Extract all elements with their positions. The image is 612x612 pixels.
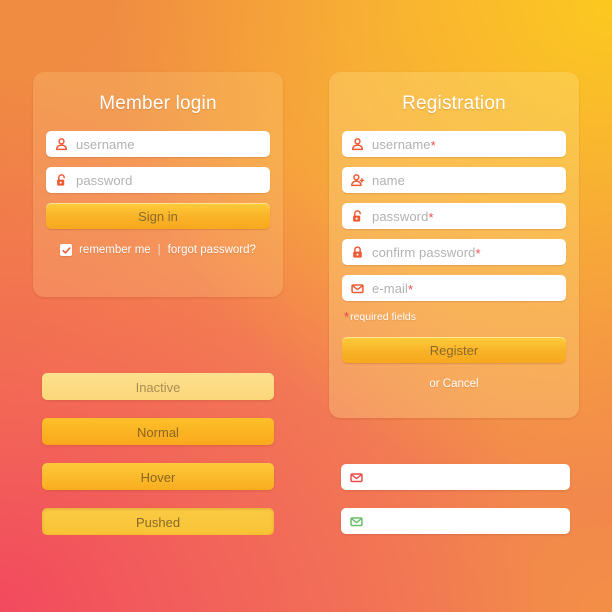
login-password-placeholder: password (76, 172, 133, 188)
button-state-showcase: Inactive Normal Hover Pushed (42, 373, 274, 553)
lock-open-icon (342, 203, 372, 229)
cancel-link[interactable]: or Cancel (329, 378, 579, 390)
button-state-normal[interactable]: Normal (42, 418, 274, 445)
register-button[interactable]: Register (342, 337, 566, 363)
check-icon (61, 246, 71, 254)
registration-password-placeholder: password (372, 208, 429, 224)
required-fields-text: required fields (350, 311, 417, 323)
validation-field-showcase (341, 464, 570, 552)
registration-email-field[interactable]: e-mail * (342, 275, 566, 301)
remember-me-label: remember me (79, 244, 151, 256)
registration-password-field[interactable]: password * (342, 203, 566, 229)
registration-email-placeholder: e-mail (372, 280, 408, 296)
user-icon (342, 131, 372, 157)
envelope-icon (341, 508, 371, 534)
button-state-inactive[interactable]: Inactive (42, 373, 274, 400)
meta-separator: | (157, 244, 161, 256)
lock-open-icon (46, 167, 76, 193)
app-background: Member login username password Sign in r… (0, 0, 612, 612)
registration-name-placeholder: name (372, 172, 405, 188)
remember-me-checkbox[interactable] (60, 244, 73, 256)
sign-in-button[interactable]: Sign in (46, 203, 270, 229)
user-icon (46, 131, 76, 157)
login-meta-row: remember me | forgot password? (33, 244, 283, 256)
registration-confirm-password-field[interactable]: confirm password * (342, 239, 566, 265)
button-state-pushed[interactable]: Pushed (42, 508, 274, 535)
login-title: Member login (99, 93, 217, 114)
email-field-error-state[interactable] (341, 464, 570, 490)
member-login-panel: Member login username password Sign in r… (33, 72, 283, 297)
envelope-icon (341, 464, 371, 490)
login-username-placeholder: username (76, 136, 135, 152)
forgot-password-link[interactable]: forgot password? (168, 244, 256, 256)
envelope-icon (342, 275, 372, 301)
registration-title: Registration (402, 93, 506, 114)
login-username-field[interactable]: username (46, 131, 270, 157)
lock-closed-icon (342, 239, 372, 265)
email-field-valid-state[interactable] (341, 508, 570, 534)
registration-username-field[interactable]: username * (342, 131, 566, 157)
required-fields-note: *required fields (344, 309, 417, 324)
button-state-hover[interactable]: Hover (42, 463, 274, 490)
registration-confirm-password-placeholder: confirm password (372, 244, 476, 260)
registration-panel: Registration username * name password * … (329, 72, 579, 418)
registration-name-field[interactable]: name (342, 167, 566, 193)
login-password-field[interactable]: password (46, 167, 270, 193)
user-plus-icon (342, 167, 372, 193)
registration-username-placeholder: username (372, 136, 431, 152)
